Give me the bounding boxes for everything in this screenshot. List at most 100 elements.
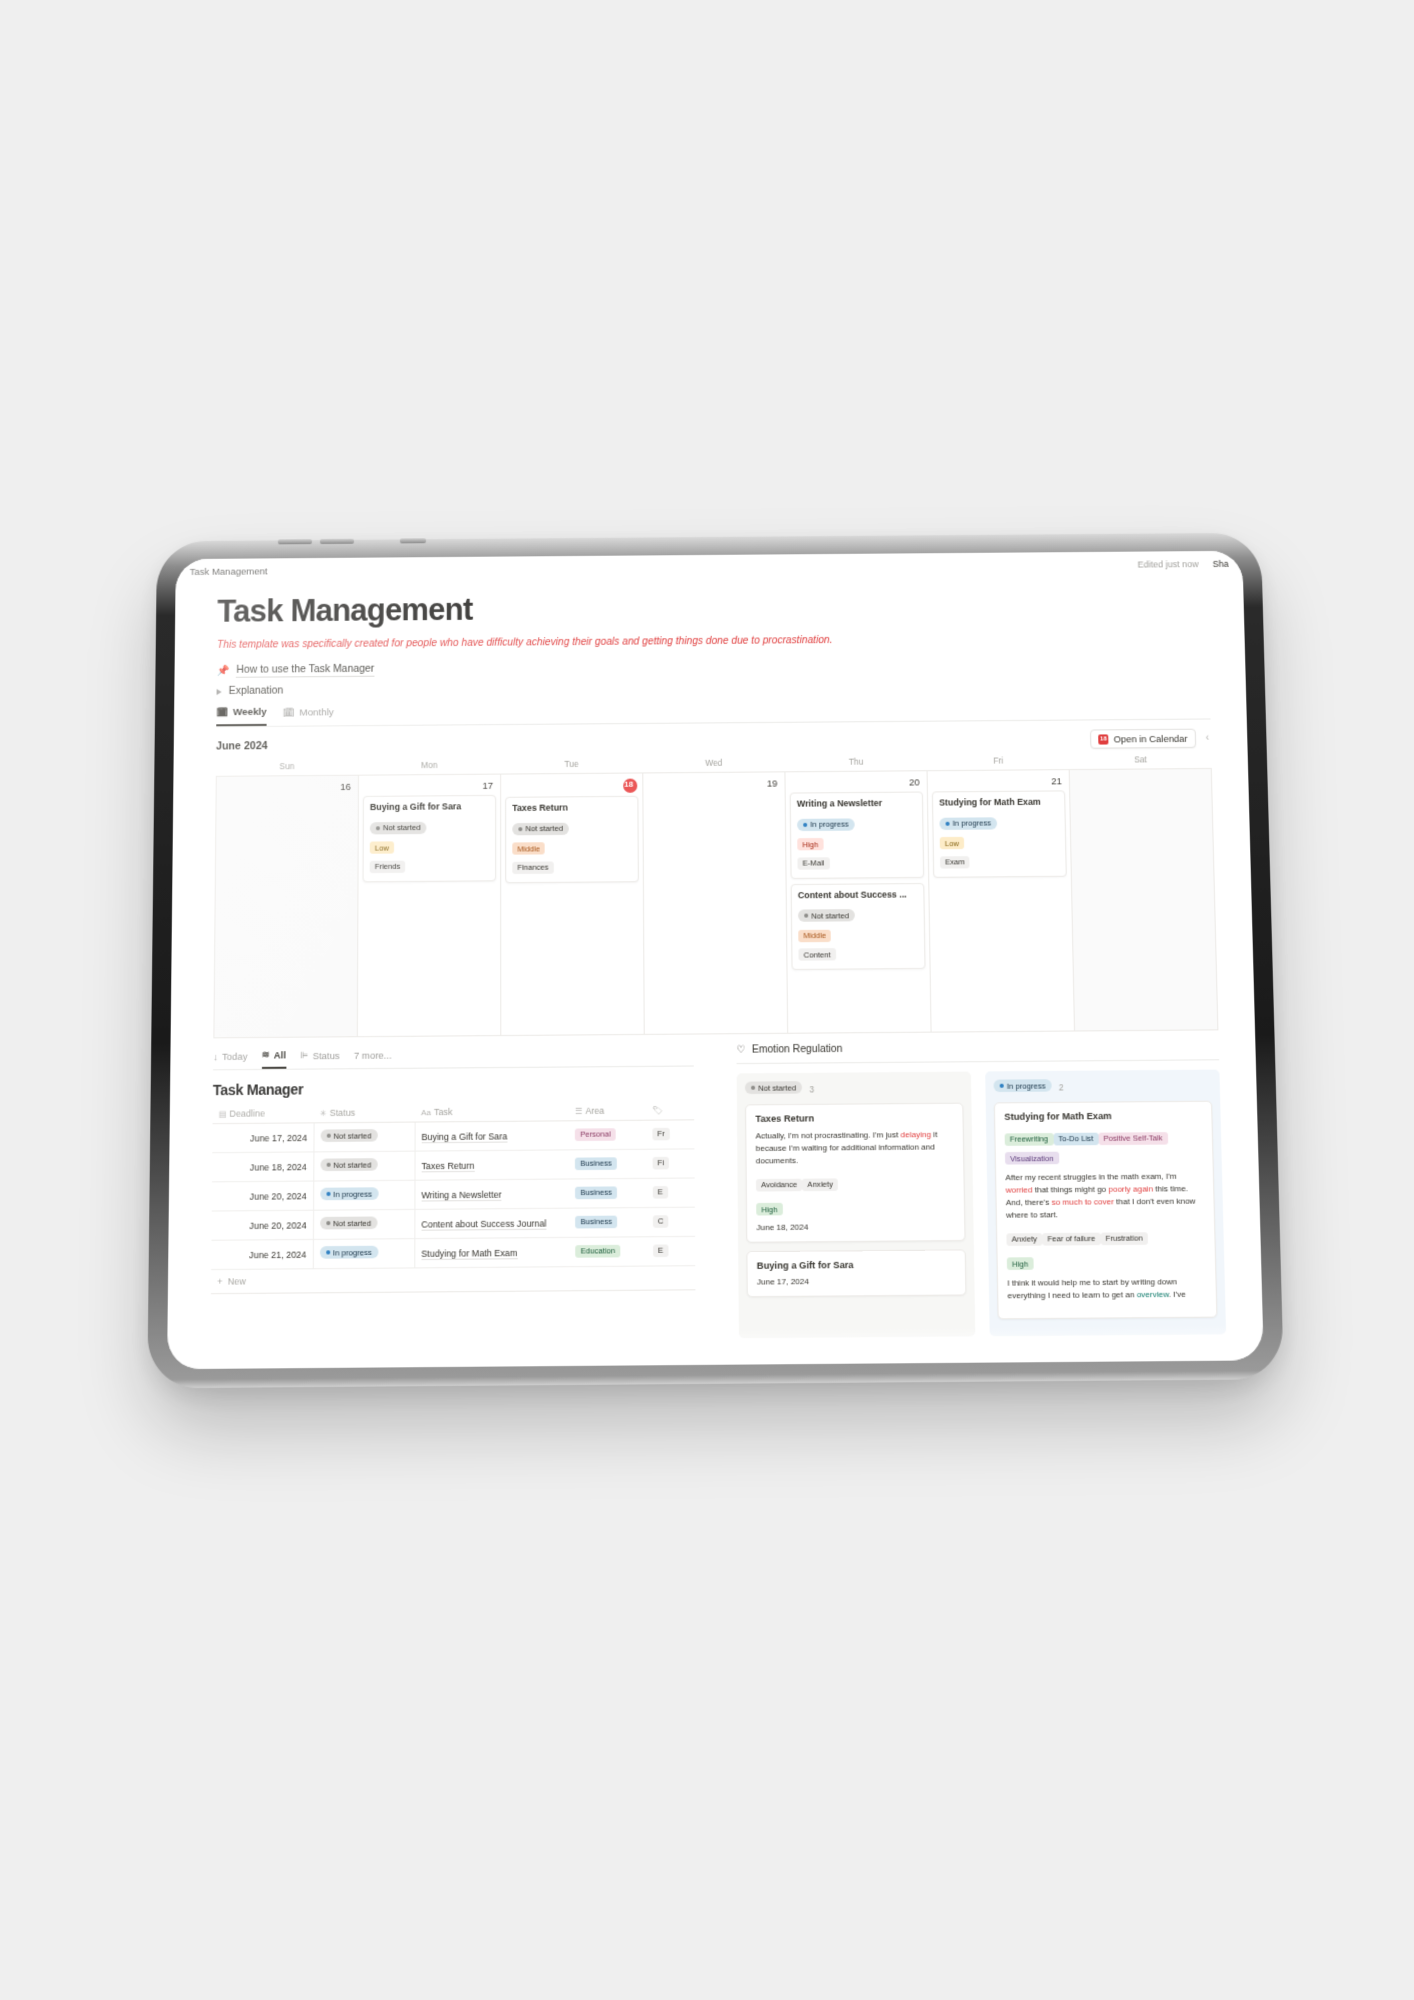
emotion-card[interactable]: Buying a Gift for Sara June 17, 2024 [746, 1249, 967, 1298]
open-in-calendar-button[interactable]: 18 Open in Calendar [1090, 728, 1196, 749]
calendar-event-area: Friends [369, 855, 489, 875]
edited-status: Edited just now [1137, 559, 1199, 570]
new-row-label: New [227, 1276, 246, 1287]
db-tab-all[interactable]: ≋ All [261, 1048, 287, 1070]
calendar-icon: 🗓 [282, 707, 295, 718]
cell-task[interactable]: Writing a Newsletter [414, 1179, 570, 1210]
cell-task[interactable]: Buying a Gift for Sara [414, 1121, 570, 1152]
plus-icon: + [217, 1276, 223, 1288]
cell-task[interactable]: Taxes Return [414, 1150, 570, 1181]
triangle-right-icon[interactable] [216, 688, 222, 695]
column-header-area[interactable]: ☰ Area [568, 1101, 646, 1122]
status-dot-icon [326, 1162, 331, 1168]
db-tab-label: All [273, 1048, 287, 1061]
status-dot-icon [326, 1133, 331, 1139]
calendar-day-cell[interactable]: 20 Writing a Newsletter In progress High… [785, 771, 932, 1035]
share-button[interactable]: Sha [1212, 559, 1228, 569]
column-status-pill: In progress [993, 1079, 1052, 1093]
area-tag: E-Mail [797, 857, 830, 870]
calendar-day-cell[interactable]: 18 Taxes Return Not started Middle Finan… [501, 773, 645, 1037]
view-tab-weekly[interactable]: 🗓 Weekly [216, 706, 267, 727]
calendar-event[interactable]: Taxes Return Not started Middle Finances [505, 796, 639, 884]
emotion-tag: Anxiety [1006, 1232, 1043, 1246]
calendar-day-cell[interactable]: 19 [643, 772, 789, 1036]
table-row[interactable]: June 18, 2024 Not started Taxes Return B… [212, 1149, 695, 1183]
emotion-board: Not started 3 Taxes Return Actually, I'm… [736, 1069, 1227, 1339]
table-row[interactable]: June 17, 2024 Not started Buying a Gift … [212, 1120, 695, 1153]
day-number: 21 [1051, 775, 1062, 787]
status-dot-icon [375, 826, 380, 831]
view-tab-label: Weekly [232, 706, 267, 719]
calendar-event-title: Studying for Math Exam [939, 796, 1041, 808]
extra-tag: E [652, 1185, 668, 1199]
extra-tag: E [652, 1244, 669, 1257]
calendar-day-cell[interactable]: 16 [214, 775, 359, 1039]
column-header-deadline[interactable]: ▤ Deadline [212, 1103, 314, 1124]
toggle-label: How to use the Task Manager [236, 663, 375, 679]
cell-status[interactable]: In progress [313, 1180, 415, 1211]
level-tag: High [1006, 1257, 1034, 1271]
calendar-event[interactable]: Content about Success ... Not started Mi… [790, 882, 926, 971]
status-dot-icon [804, 913, 809, 919]
column-status-pill: Not started [744, 1081, 803, 1095]
cell-extra: E [646, 1236, 696, 1267]
emotion-tags: Anxiety Fear of failure Frustration [1006, 1227, 1205, 1248]
calendar-prev-icon[interactable]: ‹ [1203, 733, 1211, 744]
table-row[interactable]: June 20, 2024 In progress Writing a News… [211, 1178, 695, 1212]
emotion-card[interactable]: Taxes Return Actually, I'm not procrasti… [745, 1102, 966, 1244]
column-header-extra[interactable]: 🏷 [645, 1100, 695, 1121]
cell-status[interactable]: Not started [313, 1209, 415, 1240]
area-tag: Business [575, 1215, 618, 1229]
calendar-event[interactable]: Buying a Gift for Sara Not started Low F… [362, 795, 497, 883]
power-button[interactable] [399, 538, 426, 544]
status-pill: Not started [369, 821, 427, 835]
column-header-status[interactable]: ✳ Status [313, 1103, 415, 1124]
cell-status[interactable]: Not started [313, 1122, 415, 1153]
column-header-task[interactable]: Aa Task [414, 1101, 569, 1123]
new-row-button[interactable]: + New [210, 1266, 696, 1295]
cell-task[interactable]: Studying for Math Exam [414, 1237, 570, 1269]
emotion-regulation-header: ♡ Emotion Regulation [736, 1040, 1220, 1065]
calendar-event[interactable]: Writing a Newsletter In progress High E-… [789, 791, 925, 879]
db-tab-status[interactable]: ⊫ Status [300, 1049, 340, 1068]
db-tab-more[interactable]: 7 more... [354, 1049, 392, 1067]
board-column-count: 3 [809, 1083, 815, 1095]
lower-split: ↓ Today ≋ All ⊫ Status 7 more... Task Ma… [210, 1040, 1227, 1343]
breadcrumb[interactable]: Task Management [190, 566, 268, 578]
status-pill: Not started [798, 909, 856, 923]
status-dot-icon [803, 822, 808, 827]
calendar-day-cell[interactable] [1069, 769, 1219, 1032]
pushpin-icon: 📌 [216, 666, 230, 678]
calendar-event-area: E-Mail [797, 852, 917, 872]
cell-deadline: June 18, 2024 [212, 1152, 314, 1183]
cell-status[interactable]: In progress [312, 1238, 415, 1270]
emotion-card[interactable]: Studying for Math Exam Freewriting To-Do … [993, 1100, 1218, 1320]
toggle-item-1[interactable]: Explanation [216, 678, 1210, 697]
card-date: June 17, 2024 [756, 1277, 810, 1287]
table-row[interactable]: June 21, 2024 In progress Studying for M… [211, 1236, 696, 1270]
card-body: Actually, I'm not procrastinating. I'm j… [755, 1130, 938, 1166]
calendar-event[interactable]: Studying for Math Exam In progress Low E… [931, 790, 1067, 878]
dow-sat: Sat [1133, 754, 1147, 765]
db-tab-label: 7 more... [353, 1049, 392, 1061]
view-tab-monthly[interactable]: 🗓 Monthly [283, 707, 334, 725]
day-number: 16 [340, 781, 351, 793]
open-in-calendar-label: Open in Calendar [1113, 733, 1188, 745]
emotion-card-title: Studying for Math Exam [1004, 1111, 1112, 1123]
emotion-tag: Frustration [1100, 1231, 1149, 1245]
calendar-day-cell[interactable]: 17 Buying a Gift for Sara Not started Lo… [357, 774, 502, 1038]
technique-tag: Freewriting [1004, 1132, 1054, 1146]
table-row[interactable]: June 20, 2024 Not started Content about … [211, 1207, 696, 1241]
status-pill: In progress [797, 818, 855, 831]
volume-button-up[interactable] [277, 539, 312, 545]
toggle-item-0[interactable]: 📌 How to use the Task Manager [216, 657, 1210, 679]
cell-task[interactable]: Content about Success Journal [414, 1208, 570, 1239]
db-tab-today[interactable]: ↓ Today [213, 1050, 247, 1068]
volume-button-down[interactable] [319, 538, 354, 545]
cell-status[interactable]: Not started [313, 1151, 415, 1182]
level-tag: High [756, 1203, 783, 1216]
board-column-inprogress: In progress 2 Studying for Math Exam Fre… [985, 1069, 1227, 1337]
calendar-day-cell[interactable]: 21 Studying for Math Exam In progress Lo… [927, 770, 1076, 1033]
calendar-event-area: Content [798, 943, 918, 963]
status-icon: ✳ [319, 1109, 327, 1119]
